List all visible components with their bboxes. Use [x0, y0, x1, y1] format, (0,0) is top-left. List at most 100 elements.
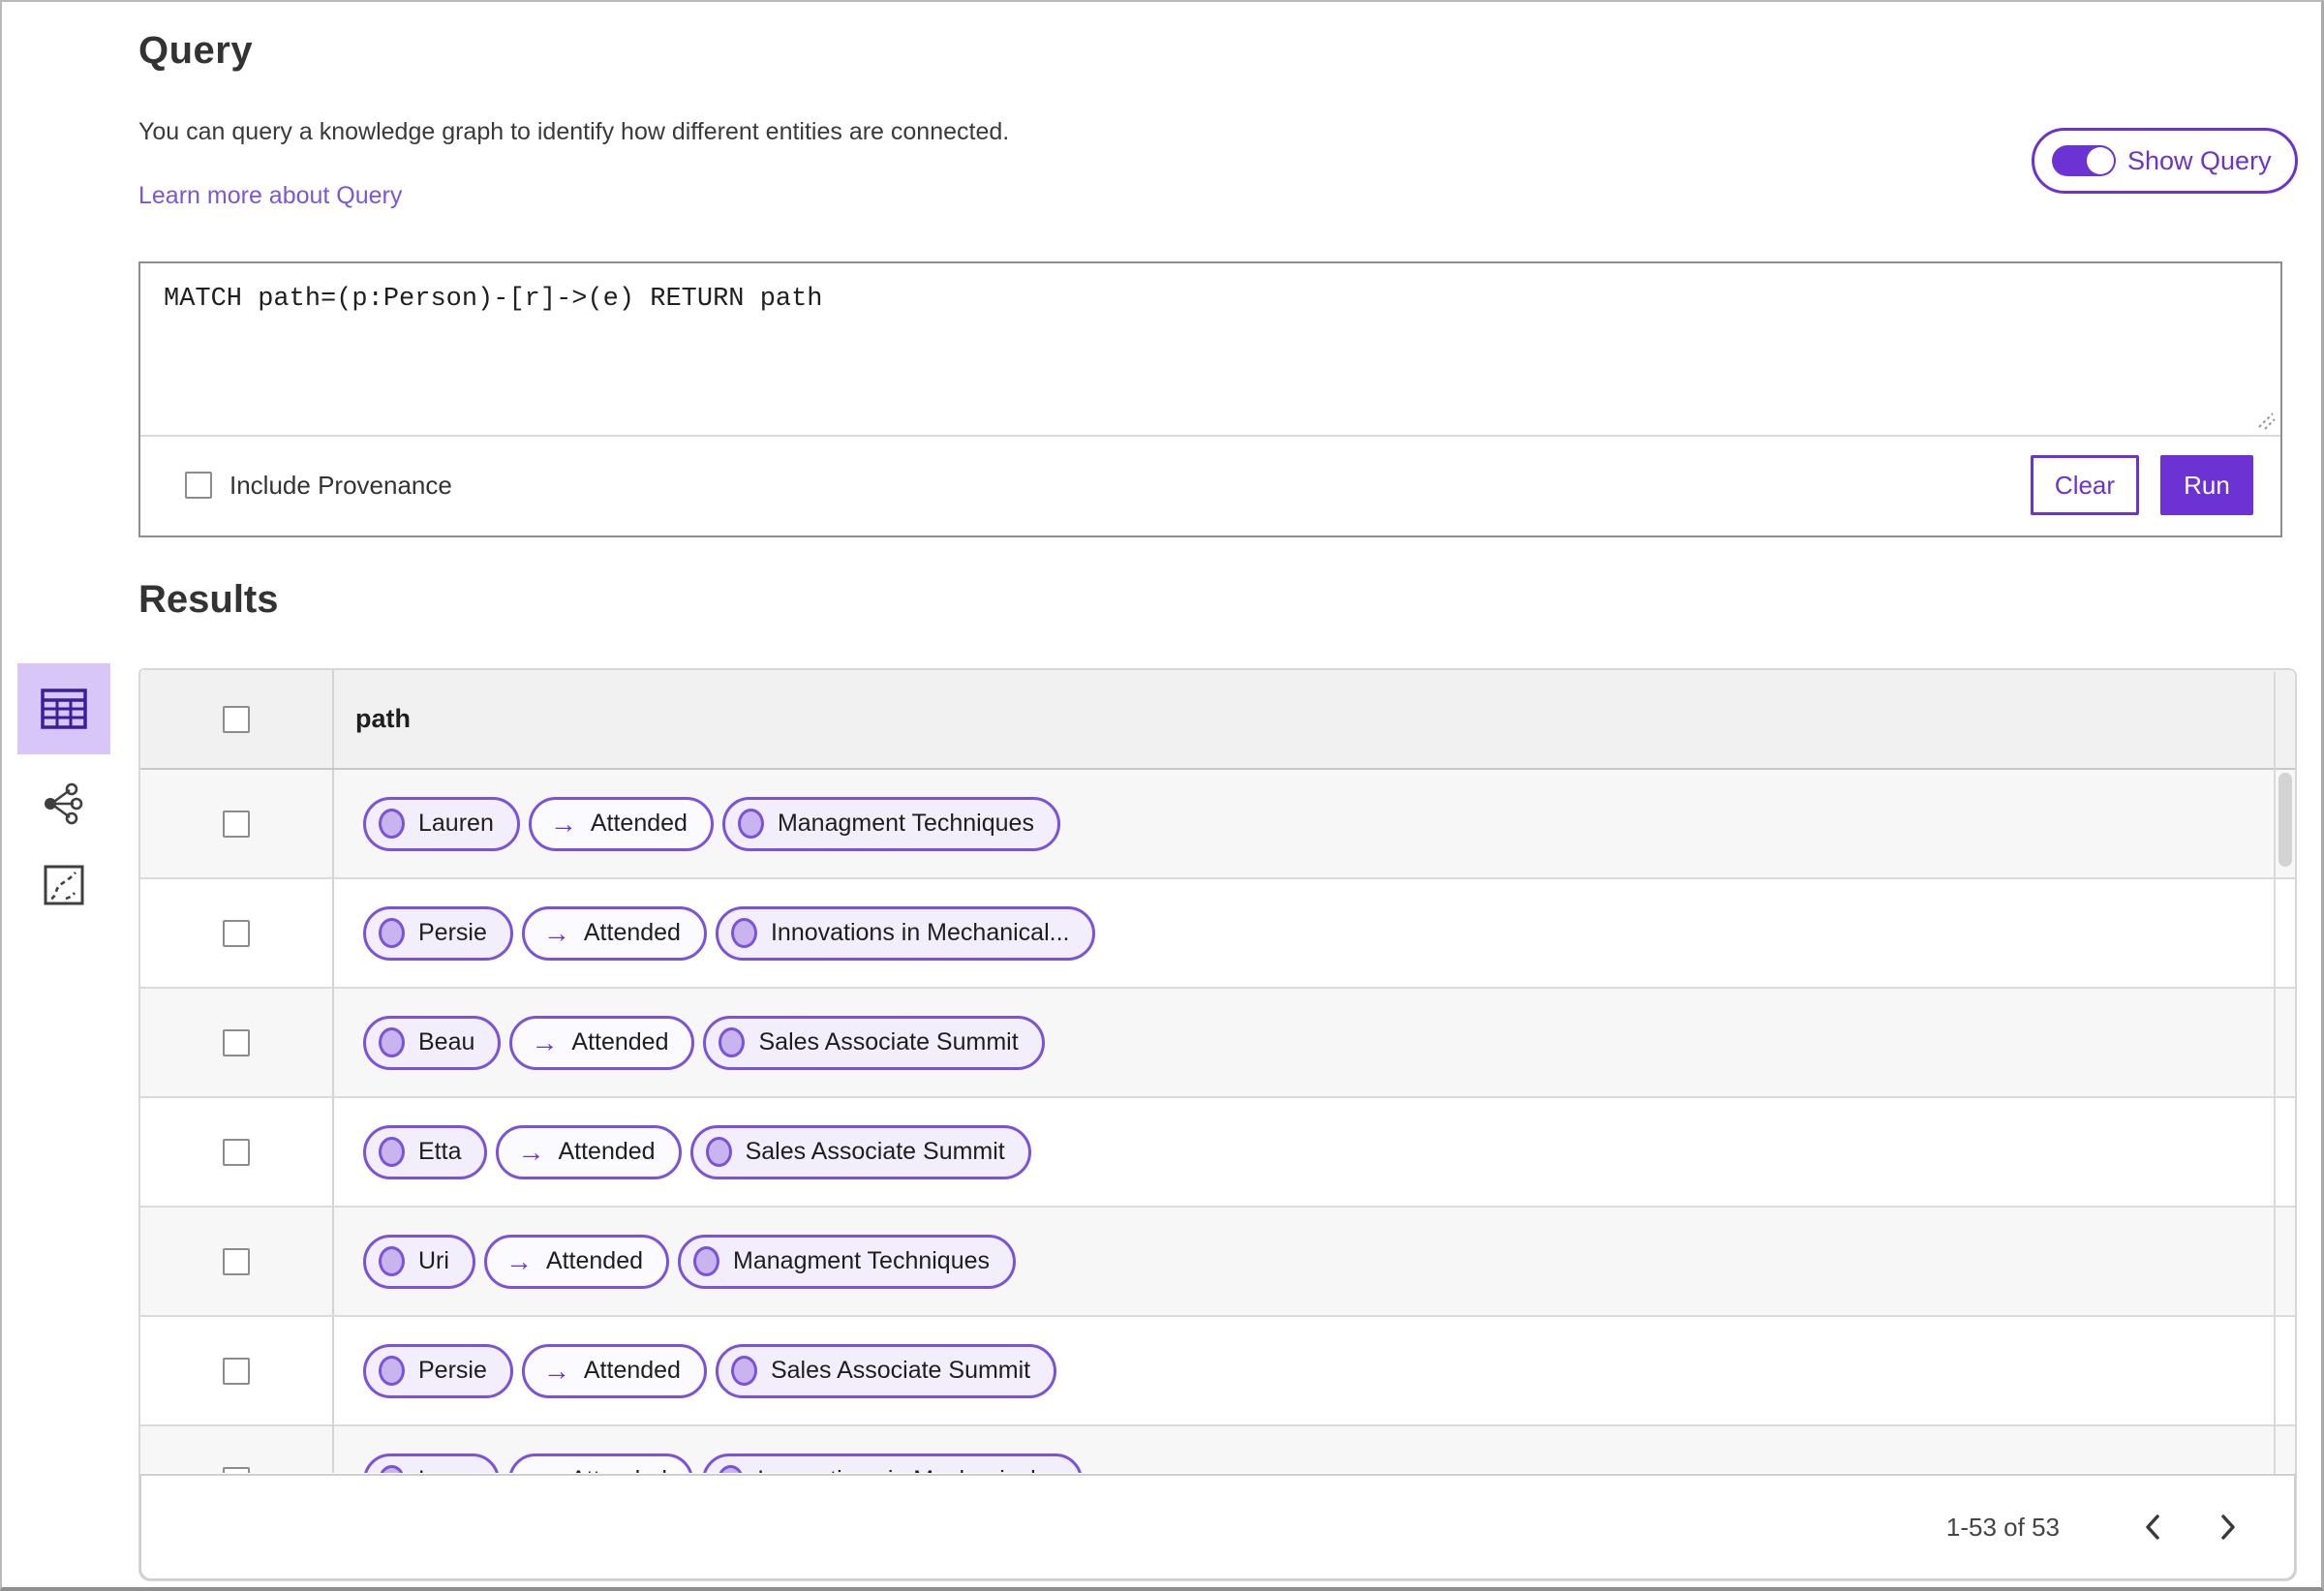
row-checkbox[interactable] [223, 1466, 250, 1473]
query-text[interactable]: MATCH path=(p:Person)-[r]->(e) RETURN pa… [140, 263, 2280, 335]
include-provenance-checkbox[interactable] [185, 472, 212, 499]
edge-label: Attended [571, 1028, 669, 1056]
node-pill[interactable]: Managment Techniques [678, 1234, 1017, 1289]
include-provenance-option[interactable]: Include Provenance [185, 471, 452, 501]
pagination-range: 1-53 of 53 [1945, 1512, 2060, 1542]
node-icon [705, 1137, 732, 1167]
view-switcher [17, 663, 110, 917]
row-checkbox[interactable] [223, 1357, 250, 1385]
node-pill[interactable]: Beau [363, 1015, 502, 1070]
node-icon [737, 809, 764, 839]
edge-pill[interactable]: → Attended [521, 1343, 707, 1398]
prev-page-button[interactable] [2125, 1500, 2180, 1554]
run-button[interactable]: Run [2160, 455, 2253, 515]
graph-view-button[interactable] [17, 772, 110, 836]
node-label: Etta [418, 1138, 462, 1165]
node-icon [379, 918, 405, 948]
node-label: Persie [418, 1357, 487, 1384]
edge-pill[interactable]: → Attended [528, 796, 714, 851]
clear-button[interactable]: Clear [2031, 455, 2139, 515]
chart-view-button[interactable] [17, 853, 110, 917]
query-footer: Include Provenance Clear Run [140, 437, 2280, 534]
show-query-toggle[interactable]: Show Query [2032, 128, 2298, 194]
node-pill[interactable]: Persie [363, 1343, 513, 1398]
edge-pill[interactable]: → Attended [496, 1124, 682, 1179]
arrow-right-icon: → [505, 1245, 533, 1276]
node-label: Sales Associate Summit [770, 1357, 1031, 1384]
edge-pill[interactable]: → Attended [483, 1234, 670, 1289]
results-table: path Lauren → Attended Managment Techniqu… [138, 668, 2297, 1581]
edge-pill[interactable]: → Attended [509, 1015, 695, 1070]
learn-more-link[interactable]: Learn more about Query [138, 182, 402, 210]
row-checkbox[interactable] [223, 1247, 250, 1275]
table-view-button[interactable] [17, 663, 110, 754]
arrow-right-icon: → [542, 917, 570, 948]
row-checkbox[interactable] [223, 810, 250, 838]
table-row[interactable]: Persie → Attended Innovations in Mechanic… [140, 879, 2295, 989]
node-pill[interactable]: Sales Associate Summit [703, 1015, 1045, 1070]
chevron-left-icon [2146, 1515, 2159, 1540]
edge-label: Attended [570, 1466, 667, 1473]
node-label: Beau [418, 1028, 475, 1056]
node-pill[interactable]: Sales Associate Summit [715, 1343, 1057, 1398]
node-pill[interactable]: Etta [363, 1124, 488, 1179]
node-label: Managment Techniques [777, 810, 1034, 837]
table-row[interactable]: Etta → Attended Sales Associate Summit [140, 1098, 2295, 1208]
results-title: Results [138, 578, 279, 621]
query-editor-card: MATCH path=(p:Person)-[r]->(e) RETURN pa… [138, 261, 2282, 537]
node-icon [379, 809, 405, 839]
row-checkbox[interactable] [223, 919, 250, 947]
pagination-bar: 1-53 of 53 [139, 1474, 2296, 1580]
node-pill[interactable]: Larry [363, 1453, 500, 1473]
edge-label: Attended [545, 1247, 644, 1274]
select-all-checkbox[interactable] [223, 705, 250, 733]
arrow-right-icon: → [542, 1355, 570, 1386]
table-header-row: path [140, 670, 2295, 770]
next-page-button[interactable] [2201, 1500, 2255, 1554]
table-row[interactable]: Lauren → Attended Managment Techniques [140, 770, 2295, 879]
edge-label: Attended [583, 919, 681, 946]
row-checkbox[interactable] [223, 1028, 250, 1056]
show-query-label: Show Query [2127, 145, 2272, 175]
node-label: Managment Techniques [733, 1247, 991, 1274]
row-checkbox[interactable] [223, 1138, 250, 1166]
node-label: Innovations in Mechanical... [770, 919, 1070, 946]
network-icon [45, 782, 83, 825]
table-body[interactable]: Lauren → Attended Managment Techniques Pe… [140, 770, 2295, 1473]
column-header-path: path [355, 704, 411, 733]
node-label: Uri [418, 1247, 449, 1274]
table-row[interactable]: Uri → Attended Managment Techniques [140, 1208, 2295, 1317]
query-input[interactable]: MATCH path=(p:Person)-[r]->(e) RETURN pa… [140, 263, 2280, 437]
node-pill[interactable]: Sales Associate Summit [689, 1124, 1031, 1179]
node-icon [379, 1356, 405, 1386]
node-pill[interactable]: Innovations in Mechanical... [715, 905, 1096, 961]
toggle-on-icon[interactable] [2052, 145, 2116, 176]
node-label: Persie [418, 919, 487, 946]
node-pill[interactable]: Lauren [363, 796, 520, 851]
node-icon [379, 1465, 405, 1473]
node-pill[interactable]: Persie [363, 905, 513, 961]
node-icon [719, 1027, 746, 1057]
edge-pill[interactable]: → Attended [507, 1453, 694, 1473]
table-row[interactable]: Persie → Attended Sales Associate Summit [140, 1317, 2295, 1426]
node-label: Larry [418, 1466, 474, 1473]
resize-handle-icon[interactable] [2251, 406, 2277, 431]
edge-label: Attended [590, 810, 688, 837]
arrow-right-icon: → [549, 808, 577, 839]
table-row[interactable]: Larry → Attended Innovations in Mechanica… [140, 1426, 2295, 1473]
edge-pill[interactable]: → Attended [521, 905, 707, 961]
scrollbar-thumb[interactable] [2278, 773, 2292, 867]
node-label: Sales Associate Summit [745, 1138, 1005, 1165]
node-icon [730, 1356, 757, 1386]
node-pill[interactable]: Innovations in Mechanical... [702, 1453, 1083, 1473]
node-pill[interactable]: Uri [363, 1234, 475, 1289]
node-icon [379, 1137, 405, 1167]
toggle-knob [2087, 147, 2114, 174]
node-pill[interactable]: Managment Techniques [721, 796, 1060, 851]
table-row[interactable]: Beau → Attended Sales Associate Summit [140, 989, 2295, 1098]
chevron-right-icon [2221, 1515, 2235, 1540]
node-label: Lauren [418, 810, 494, 837]
include-provenance-label: Include Provenance [229, 470, 452, 500]
arrow-right-icon: → [530, 1466, 557, 1473]
table-scrollbar[interactable] [2274, 672, 2295, 1475]
